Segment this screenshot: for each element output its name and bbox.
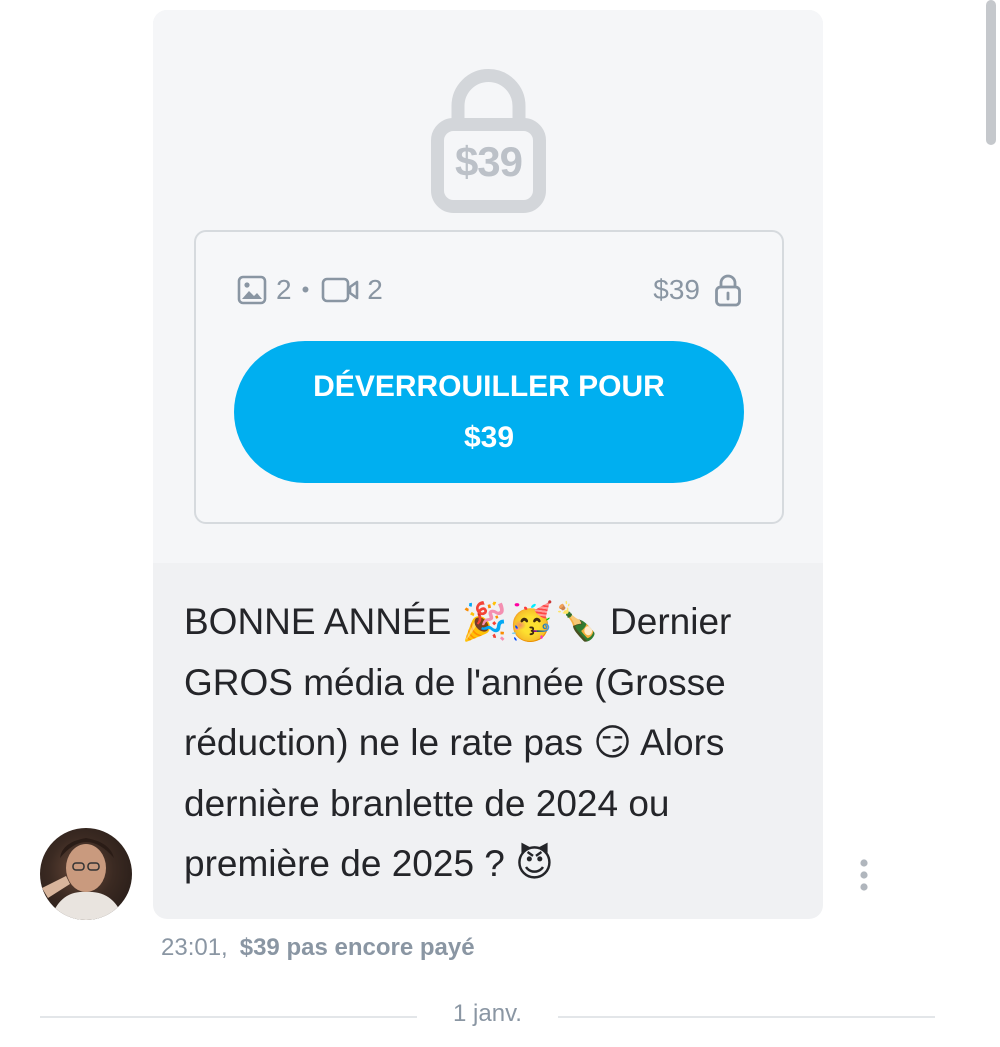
unlock-panel: 2 • 2 $39 DÉVERROUILLER POUR $39 — [194, 230, 784, 524]
media-counts: 2 • 2 — [236, 272, 389, 308]
unlock-button[interactable]: DÉVERROUILLER POUR $39 — [234, 341, 744, 483]
image-icon — [237, 275, 267, 305]
message-line: dernière branlette de 2024 ou — [184, 782, 670, 824]
message-line: première de 2025 ? 😈 — [184, 843, 554, 884]
video-count: 2 — [367, 274, 383, 305]
divider-line-right — [558, 1016, 935, 1018]
more-options-icon[interactable] — [851, 856, 877, 896]
date-divider: 1 janv. — [40, 998, 935, 1034]
message-text: BONNE ANNÉE 🎉🥳🍾 Dernier GROS média de l'… — [184, 592, 804, 895]
message-line: BONNE ANNÉE 🎉🥳🍾 Dernier — [184, 601, 732, 642]
chat-page: $39 2 • 2 $39 DÉVERROUILLER POUR $39 BON… — [0, 0, 1000, 1047]
message-line: réduction) ne le rate pas 😏 Alors — [184, 722, 725, 763]
unlock-button-line1: DÉVERROUILLER POUR — [313, 370, 665, 403]
separator-dot: • — [301, 277, 310, 302]
lock-price-label: $39 — [454, 138, 523, 185]
price-info: $39 — [653, 272, 742, 308]
date-divider-label: 1 janv. — [453, 1000, 522, 1027]
video-icon — [321, 277, 359, 303]
price-label: $39 — [653, 274, 700, 305]
avatar[interactable] — [40, 828, 132, 920]
unlock-button-price: $39 — [463, 421, 515, 454]
locked-media-preview[interactable]: $39 2 • 2 $39 DÉVERROUILLER POUR $39 — [153, 10, 823, 563]
photo-count: 2 — [276, 274, 292, 305]
message-bubble: $39 2 • 2 $39 DÉVERROUILLER POUR $39 BON… — [153, 10, 823, 919]
message-time: 23:01, — [161, 934, 228, 961]
avatar-image — [42, 838, 124, 920]
message-line: GROS média de l'année (Grosse — [184, 661, 726, 703]
scrollbar[interactable] — [986, 0, 996, 145]
payment-status: $39 pas encore payé — [239, 934, 475, 961]
lock-icon — [715, 274, 741, 307]
message-meta: 23:01, $39 pas encore payé — [161, 934, 475, 962]
